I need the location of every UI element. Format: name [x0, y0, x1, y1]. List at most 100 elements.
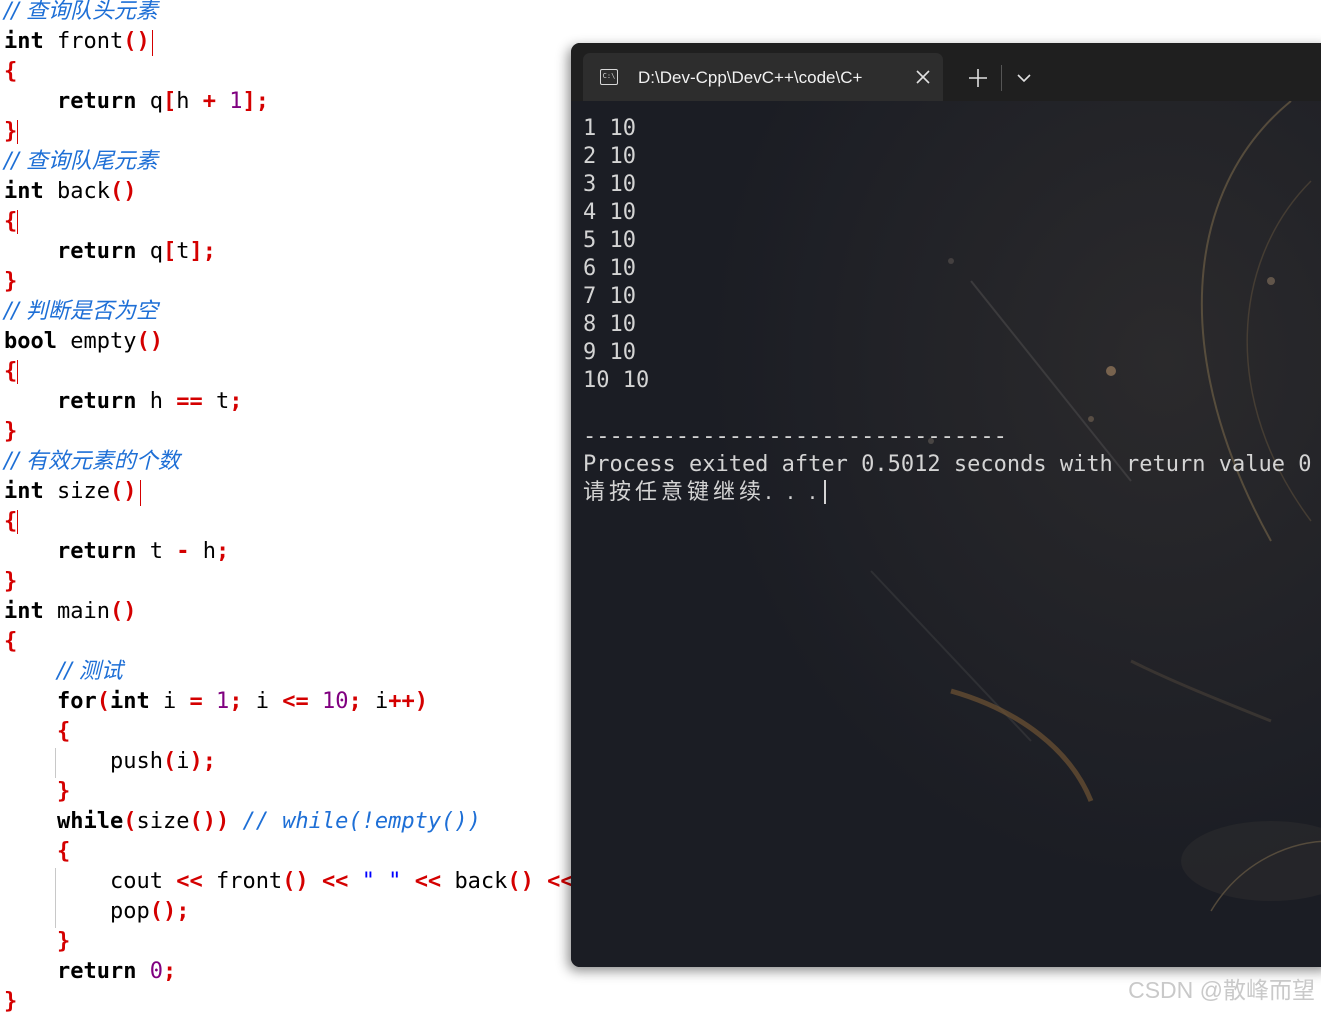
terminal-tab[interactable]: C:\ D:\Dev-Cpp\DevC++\code\C+	[583, 53, 943, 101]
symbol: ()	[136, 329, 163, 354]
symbol: ;	[229, 389, 243, 414]
symbol: {	[56, 839, 71, 864]
keyword: return	[56, 539, 137, 564]
symbol: (	[162, 749, 177, 774]
identifier: i	[162, 689, 177, 714]
keyword: for	[56, 689, 97, 714]
bracket-caret	[140, 480, 141, 506]
function-name: back	[454, 869, 508, 894]
identifier: i	[374, 689, 389, 714]
code-line: }	[4, 117, 17, 147]
identifier: h	[149, 389, 163, 414]
code-line: bool empty()	[4, 327, 163, 357]
code-line: int back()	[4, 177, 136, 207]
number: 1	[229, 89, 243, 114]
terminal-window[interactable]: C:\ D:\Dev-Cpp\DevC++\code\C+ 1 10 2 10 …	[571, 43, 1321, 967]
identifier: t	[149, 539, 163, 564]
output-line: 1 10	[583, 116, 636, 141]
keyword: bool	[4, 329, 57, 354]
keyword: int	[109, 689, 150, 714]
plus-icon[interactable]	[967, 67, 989, 89]
code-line: for(int i = 1; i <= 10; i++)	[4, 687, 428, 717]
symbol: {	[56, 719, 71, 744]
symbol: ()	[109, 599, 137, 624]
symbol: ;	[162, 959, 177, 984]
symbol: ()	[109, 479, 137, 504]
symbol: <<	[321, 869, 349, 894]
identifier: cout	[109, 869, 163, 894]
comment: // 有效元素的个数	[4, 449, 180, 474]
number: 0	[149, 959, 163, 984]
code-line: int size()	[4, 477, 136, 507]
terminal-output: 1 10 2 10 3 10 4 10 5 10 6 10 7 10 8 10 …	[583, 115, 1321, 507]
symbol: ;	[229, 689, 243, 714]
code-line: {	[4, 357, 17, 387]
output-line: 2 10	[583, 144, 636, 169]
output-line: 8 10	[583, 312, 636, 337]
function-name: size	[57, 479, 110, 504]
keyword: return	[56, 959, 137, 984]
symbol: +	[202, 89, 216, 114]
code-line: }	[4, 927, 70, 957]
output-line: 9 10	[583, 340, 636, 365]
identifier: q	[149, 239, 163, 264]
string: " "	[361, 869, 402, 894]
symbol: [	[162, 239, 177, 264]
symbol: ==	[176, 389, 203, 414]
code-line: return t - h;	[4, 537, 229, 567]
symbol: }	[56, 779, 71, 804]
function-name: main	[57, 599, 110, 624]
function-name: front	[57, 29, 124, 54]
code-line: {	[4, 57, 17, 87]
separator-line: --------------------------------	[583, 424, 1007, 449]
keyword: return	[56, 389, 137, 414]
symbol: )	[215, 809, 230, 834]
code-line: {	[4, 507, 17, 537]
function-name: push	[109, 749, 163, 774]
terminal-titlebar: C:\ D:\Dev-Cpp\DevC++\code\C+	[571, 43, 1321, 101]
symbol: ;	[348, 689, 362, 714]
symbol: )	[414, 689, 428, 714]
output-line: 5 10	[583, 228, 636, 253]
symbol: }	[4, 119, 18, 144]
symbol: {	[4, 629, 18, 654]
output-line: 10 10	[583, 368, 650, 393]
output-line: 4 10	[583, 200, 636, 225]
keyword: int	[4, 599, 44, 624]
symbol: );	[189, 749, 216, 774]
code-line: int main()	[4, 597, 136, 627]
symbol: -	[176, 539, 190, 564]
chevron-down-icon[interactable]	[1015, 70, 1033, 86]
code-line: {	[4, 837, 70, 867]
identifier: h	[202, 539, 216, 564]
symbol: {	[4, 509, 18, 534]
code-line: // 查询队尾元素	[4, 147, 158, 177]
identifier: h	[176, 89, 190, 114]
code-line: while(size()) // while(!empty())	[4, 807, 481, 837]
symbol: ()	[109, 179, 137, 204]
code-line: // 查询队头元素	[4, 0, 158, 27]
close-icon[interactable]	[914, 68, 932, 86]
comment: // 查询队尾元素	[4, 149, 158, 174]
cmd-icon: C:\	[600, 69, 618, 85]
identifier: i	[255, 689, 269, 714]
output-line: 7 10	[583, 284, 636, 309]
code-line: }	[4, 777, 70, 807]
symbol: ()	[282, 869, 309, 894]
number: 1	[215, 689, 230, 714]
code-line: return h == t;	[4, 387, 242, 417]
comment: // 判断是否为空	[4, 299, 158, 324]
symbol: }	[4, 989, 18, 1014]
symbol: ()	[123, 29, 150, 54]
code-line: {	[4, 717, 70, 747]
code-line: push(i);	[4, 747, 216, 777]
keyword: return	[56, 239, 137, 264]
symbol: }	[56, 929, 71, 954]
keyword: int	[4, 479, 44, 504]
symbol: {	[4, 359, 18, 384]
symbol: }	[4, 419, 18, 444]
divider	[1001, 65, 1002, 91]
bracket-caret	[152, 30, 153, 56]
symbol: ();	[149, 899, 190, 924]
press-key-text: 请按任意键继续. . .	[583, 480, 820, 505]
